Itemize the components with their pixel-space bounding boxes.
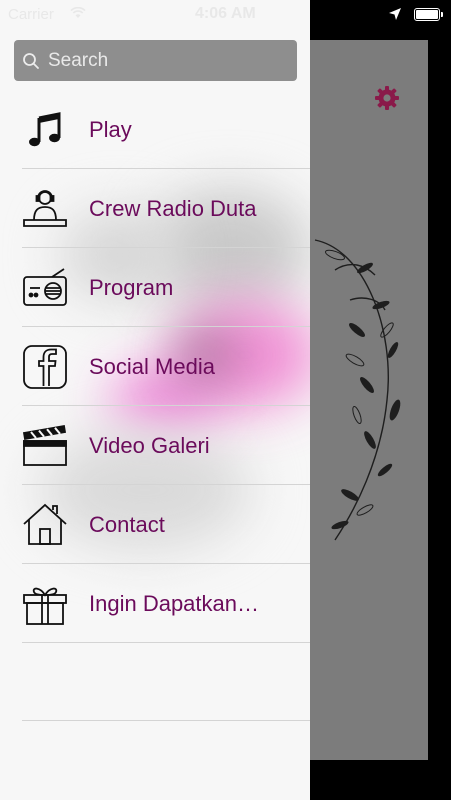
carrier-label: Carrier — [8, 6, 54, 23]
gift-icon — [22, 581, 68, 627]
menu-item-program[interactable]: Program — [0, 248, 310, 327]
status-bar: Carrier 4:06 AM — [0, 0, 451, 30]
menu-item-label: Play — [89, 116, 132, 142]
menu-item-play[interactable]: Play — [0, 90, 310, 169]
menu-item-label: Video Galeri — [89, 432, 210, 458]
location-arrow-icon — [388, 7, 402, 25]
menu-item-label: Contact — [89, 511, 165, 537]
menu-item-ingin-dapatkan[interactable]: Ingin Dapatkan… — [0, 564, 310, 643]
menu-item-label: Program — [89, 274, 174, 300]
menu-item-label: Ingin Dapatkan… — [89, 590, 259, 616]
drawer-menu: Play Crew Radio Duta Program Social Medi… — [0, 90, 310, 643]
music-note-icon — [22, 107, 68, 153]
menu-item-label: Crew Radio Duta — [89, 195, 257, 221]
search-bar[interactable] — [14, 40, 297, 81]
status-time: 4:06 AM — [195, 5, 256, 22]
menu-item-label: Social Media — [89, 353, 215, 379]
search-icon — [23, 52, 39, 69]
menu-item-social-media[interactable]: Social Media — [0, 327, 310, 406]
facebook-icon — [22, 344, 68, 390]
gear-icon[interactable] — [373, 84, 401, 112]
search-input[interactable] — [46, 48, 290, 73]
wifi-icon — [70, 6, 86, 23]
battery-icon — [414, 8, 443, 21]
dj-person-icon — [22, 186, 68, 232]
side-drawer: Play Crew Radio Duta — [0, 0, 310, 800]
menu-item-contact[interactable]: Contact — [0, 485, 310, 564]
house-icon — [22, 502, 68, 548]
menu-item-video-galeri[interactable]: Video Galeri — [0, 406, 310, 485]
clapperboard-icon — [22, 423, 68, 469]
leaf-wreath-decoration — [314, 239, 401, 541]
radio-icon — [22, 265, 68, 311]
menu-item-crew-radio-duta[interactable]: Crew Radio Duta — [0, 169, 310, 248]
divider — [22, 720, 310, 721]
